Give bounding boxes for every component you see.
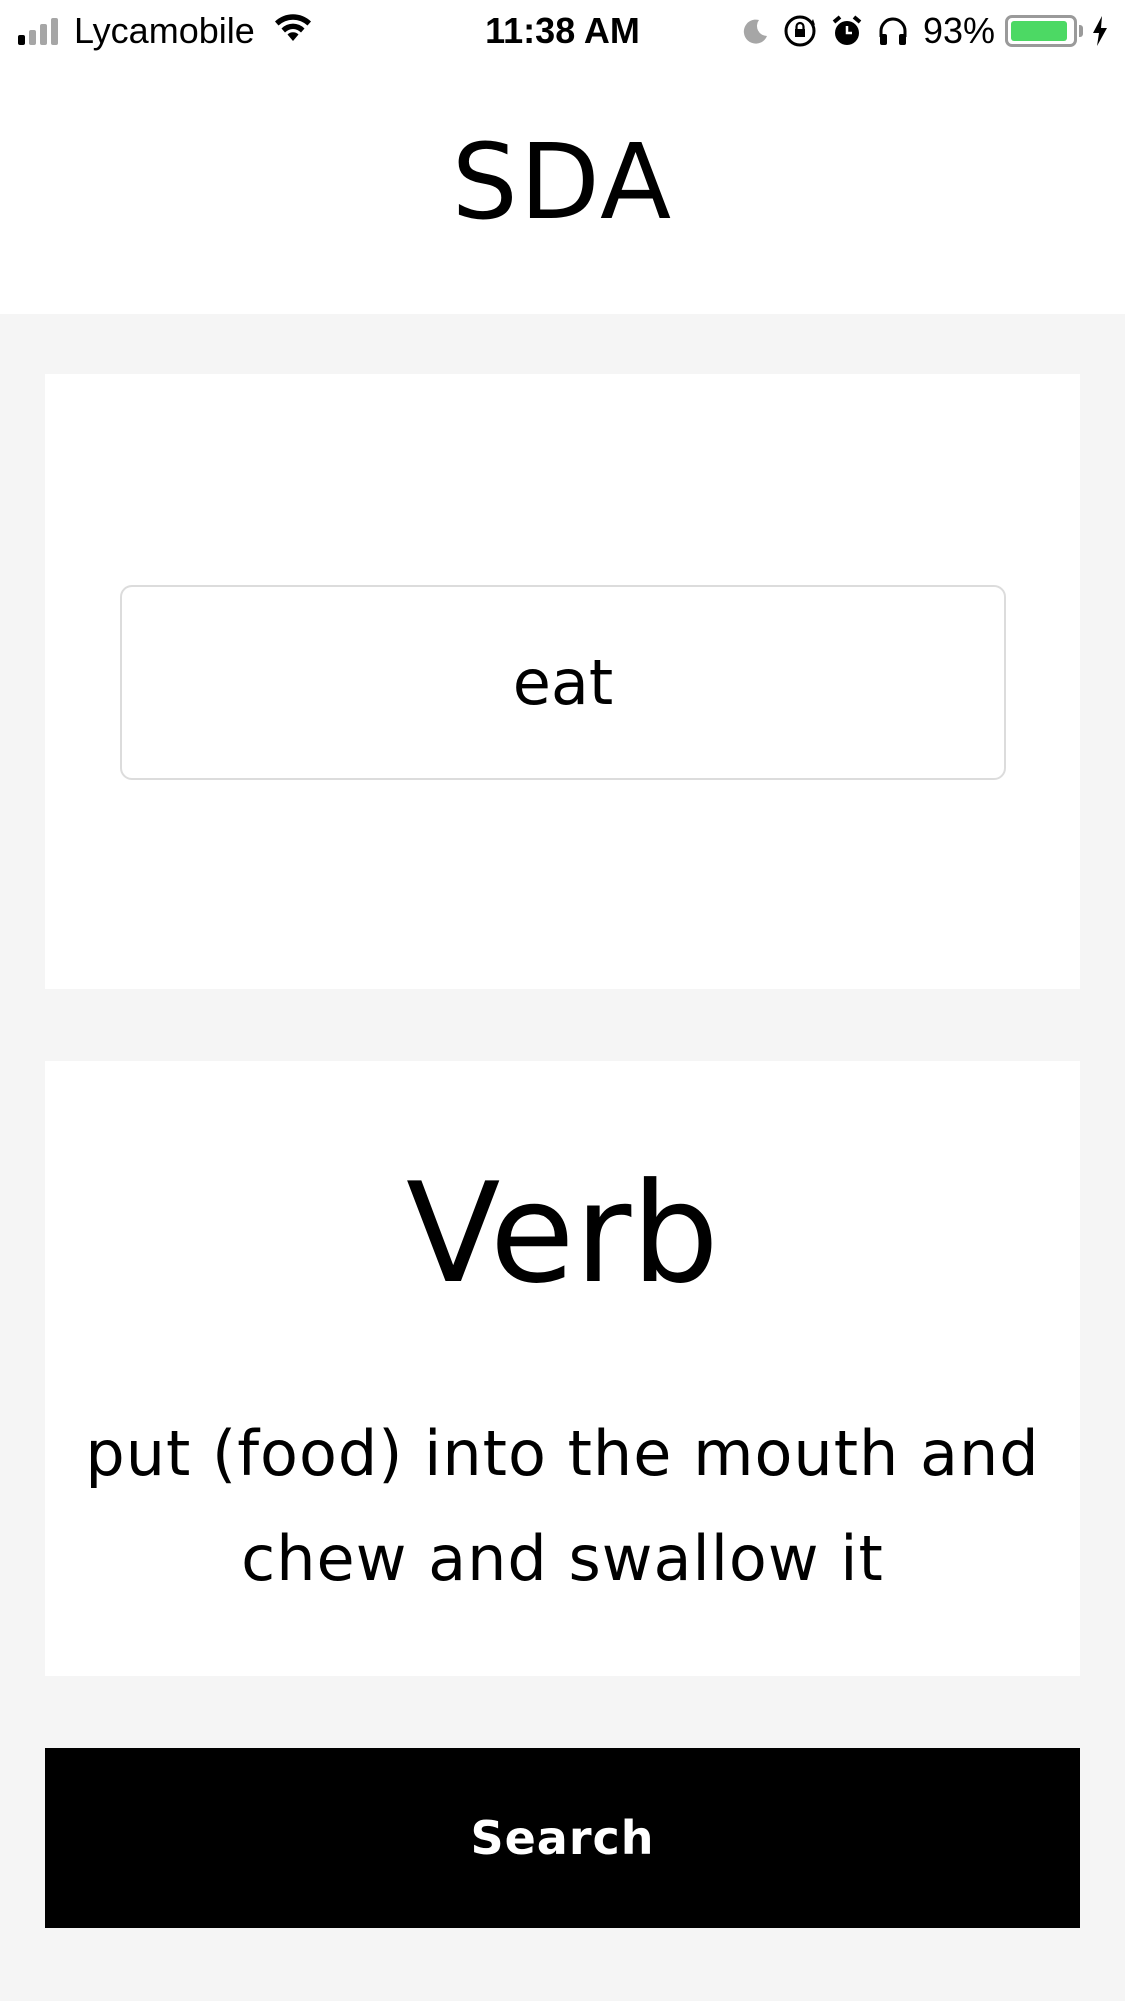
definition-text: put (food) into the mouth and chew and s… xyxy=(85,1417,1040,1595)
status-bar: Lycamobile 11:38 AM 93% xyxy=(0,0,1125,62)
wifi-icon xyxy=(273,10,313,52)
word-input-card xyxy=(45,374,1080,989)
part-of-speech: Verb xyxy=(406,1153,719,1314)
charging-bolt-icon xyxy=(1091,15,1109,47)
app-header: SDA xyxy=(0,62,1125,314)
signal-icon xyxy=(18,17,62,45)
battery-percent: 93% xyxy=(922,10,995,51)
app-title: SDA xyxy=(451,121,674,243)
definition-card: Verb put (food) into the mouth and chew … xyxy=(45,1061,1080,1676)
battery-icon xyxy=(1005,15,1083,47)
moon-icon xyxy=(741,17,769,45)
alarm-icon xyxy=(831,14,863,48)
carrier-name: Lycamobile xyxy=(74,10,255,51)
status-bar-right: 93% xyxy=(727,0,1109,62)
word-input[interactable] xyxy=(120,585,1006,780)
status-bar-left: Lycamobile xyxy=(18,0,313,62)
app-screen: Lycamobile 11:38 AM 93% SDA eat Verb put… xyxy=(0,0,1125,2001)
rotation-lock-icon xyxy=(783,14,817,48)
search-button[interactable]: Search xyxy=(45,1748,1080,1928)
headphones-icon xyxy=(877,15,909,47)
